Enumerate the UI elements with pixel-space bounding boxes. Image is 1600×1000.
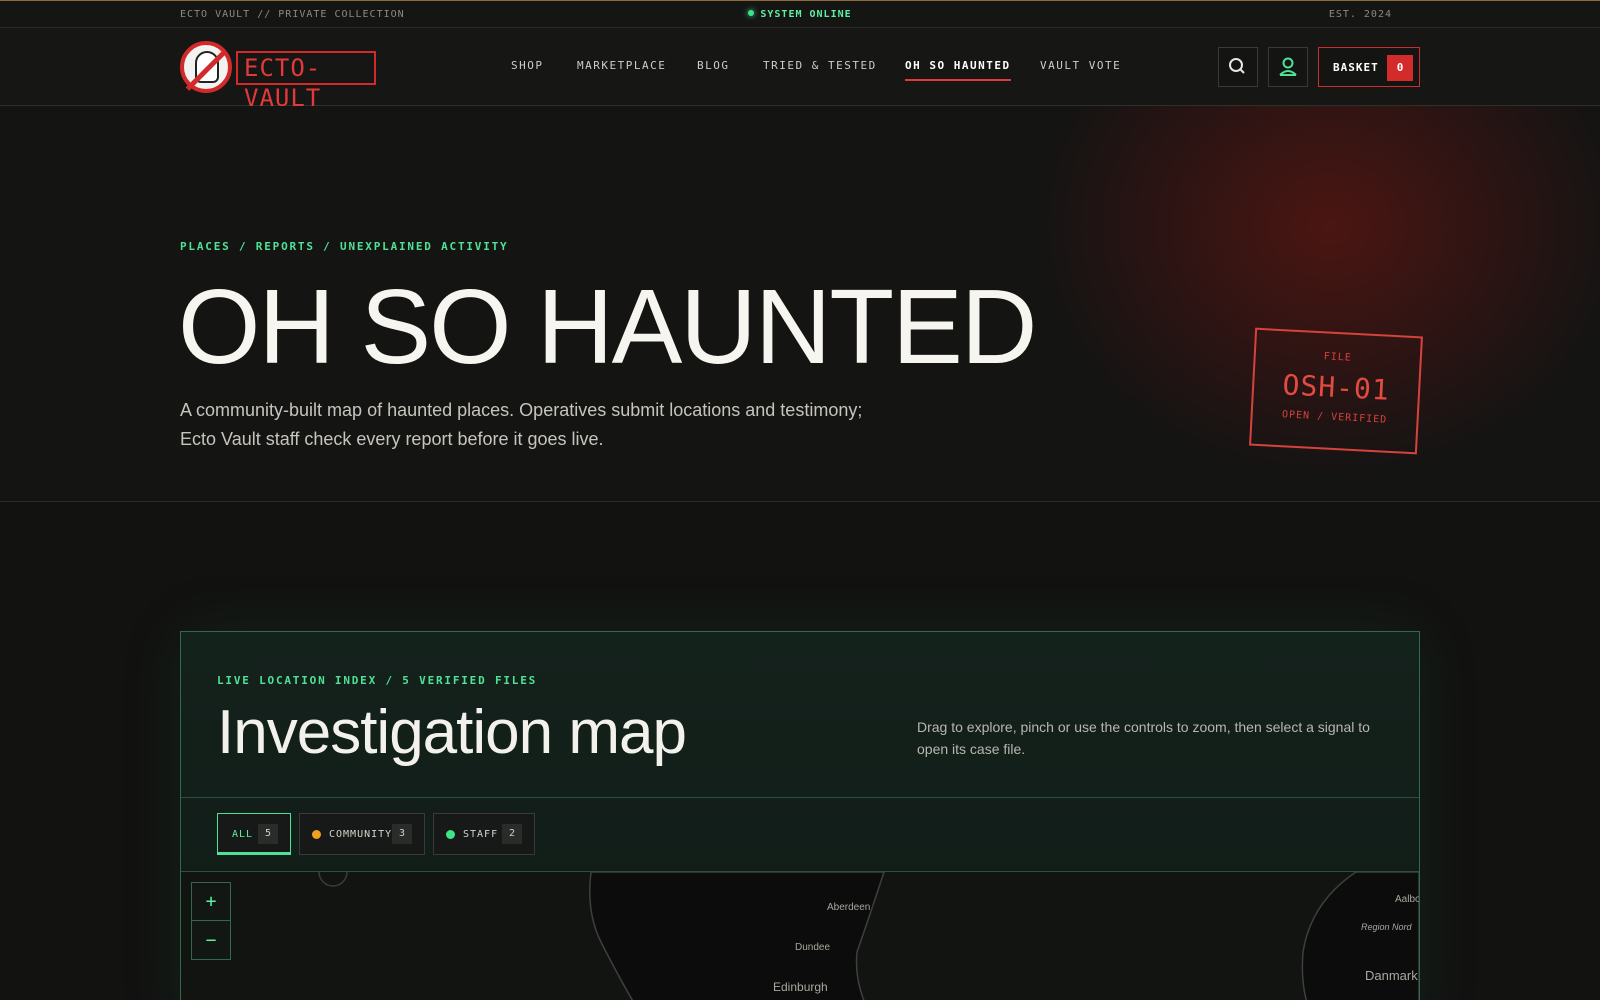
system-status-text: SYSTEM ONLINE — [760, 9, 852, 20]
filter-all-count: 5 — [258, 824, 278, 844]
map-label-aalbo: Aalbo — [1395, 894, 1419, 905]
community-dot-icon — [312, 830, 321, 839]
filter-all[interactable]: ALL 5 — [217, 813, 291, 855]
map-label-danmark: Danmark — [1365, 968, 1418, 983]
zoom-in-button[interactable]: + — [192, 883, 230, 921]
map-help-text: Drag to explore, pinch or use the contro… — [917, 719, 1370, 757]
search-icon — [1229, 58, 1245, 74]
panel-divider — [181, 797, 1419, 798]
nav-vault-vote[interactable]: VAULT VOTE — [1040, 59, 1121, 72]
file-stamp: FILE OSH-01 OPEN / VERIFIED — [1249, 327, 1423, 455]
zoom-controls: + − — [191, 882, 231, 960]
top-bar: ECTO VAULT // PRIVATE COLLECTION SYSTEM … — [0, 0, 1600, 28]
site-header: ECTO-VAULT SHOP MARKETPLACE BLOG TRIED &… — [0, 28, 1600, 112]
logo-text: ECTO-VAULT — [236, 51, 376, 112]
stamp-status: OPEN / VERIFIED — [1281, 409, 1388, 426]
basket-button[interactable]: BASKET 0 — [1318, 47, 1420, 87]
nav-oh-so-haunted[interactable]: OH SO HAUNTED — [905, 59, 1011, 81]
status-dot-icon — [748, 10, 755, 16]
nav-marketplace[interactable]: MARKETPLACE — [577, 59, 666, 72]
stamp-label: FILE — [1323, 351, 1353, 364]
topbar-right-text: EST. 2024 — [1328, 9, 1392, 20]
search-button[interactable] — [1218, 47, 1258, 87]
site-logo[interactable]: ECTO-VAULT — [180, 40, 376, 112]
ghost-logo-icon — [180, 41, 232, 93]
investigation-map[interactable]: + − Aberdeen Dundee Edinburgh Aalbo Regi… — [181, 872, 1419, 1000]
account-button[interactable] — [1268, 47, 1308, 87]
filter-staff-count: 2 — [502, 824, 522, 844]
filter-community-label: COMMUNITY — [329, 829, 393, 840]
map-eyebrow: LIVE LOCATION INDEX / 5 VERIFIED FILES — [217, 674, 538, 687]
nav-shop[interactable]: SHOP — [511, 59, 544, 72]
map-label-region-nord: Region Nord — [1361, 922, 1412, 932]
basket-label: BASKET — [1333, 61, 1379, 74]
staff-dot-icon — [446, 830, 455, 839]
hero-section: PLACES / REPORTS / UNEXPLAINED ACTIVITY … — [0, 106, 1600, 502]
user-icon — [1279, 57, 1297, 76]
filter-staff[interactable]: STAFF 2 — [433, 813, 535, 855]
map-label-aberdeen: Aberdeen — [827, 902, 871, 913]
page-title: OH SO HAUNTED — [178, 268, 1037, 386]
filter-staff-label: STAFF — [463, 829, 499, 840]
nav-tried-tested[interactable]: TRIED & TESTED — [763, 59, 877, 72]
basket-count-badge: 0 — [1387, 55, 1413, 81]
map-label-edinburgh: Edinburgh — [773, 980, 828, 994]
investigation-map-panel: LIVE LOCATION INDEX / 5 VERIFIED FILES I… — [180, 631, 1420, 1000]
hero-description: A community-built map of haunted places.… — [180, 400, 863, 449]
breadcrumb: PLACES / REPORTS / UNEXPLAINED ACTIVITY — [180, 240, 509, 253]
map-label-dundee: Dundee — [795, 942, 831, 953]
filter-all-label: ALL — [232, 829, 254, 840]
filter-community[interactable]: COMMUNITY 3 — [299, 813, 425, 855]
nav-blog[interactable]: BLOG — [697, 59, 730, 72]
stamp-code: OSH-01 — [1281, 368, 1391, 407]
map-title: Investigation map — [217, 698, 687, 767]
zoom-out-button[interactable]: − — [192, 922, 230, 960]
filter-community-count: 3 — [392, 824, 412, 844]
